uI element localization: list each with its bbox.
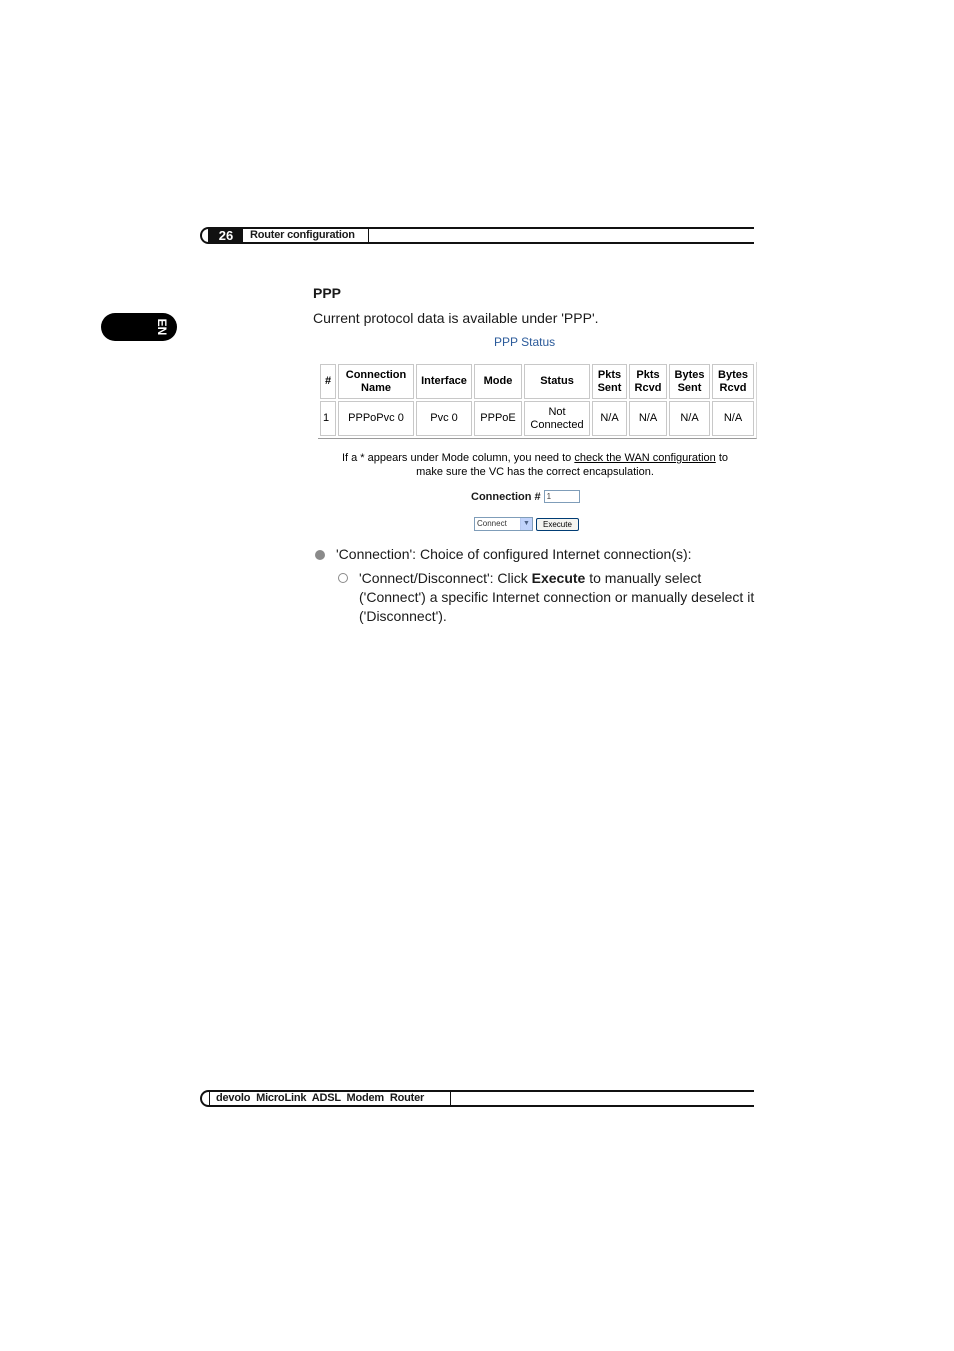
cell-interface: Pvc 0	[416, 401, 472, 436]
cell-pkts-rcvd: N/A	[629, 401, 667, 436]
cell-mode: PPPoE	[474, 401, 522, 436]
section-title: PPP	[313, 285, 342, 301]
header-section-title: Router configuration	[250, 229, 355, 241]
language-tab: EN	[101, 313, 177, 341]
connection-number-label: Connection #	[471, 490, 541, 503]
header-divider	[368, 227, 369, 244]
ppp-status-title: PPP Status	[494, 335, 556, 349]
connection-number-input[interactable]	[543, 490, 580, 503]
chevron-down-icon[interactable]: ▼	[520, 518, 532, 530]
connection-number-row: Connection #	[471, 490, 580, 503]
ppp-status-table: # Connection Name Interface Mode Status P…	[318, 362, 757, 439]
bullet-filled-icon	[315, 550, 325, 560]
cell-connection-name: PPPoPvc 0	[338, 401, 414, 436]
section-intro: Current protocol data is available under…	[313, 310, 599, 326]
sub-list-item-text: 'Connect/Disconnect': Click Execute to m…	[359, 570, 755, 624]
language-tab-label: EN	[155, 318, 169, 336]
table-header-row: # Connection Name Interface Mode Status P…	[320, 364, 754, 399]
action-select-value: Connect	[477, 519, 507, 528]
action-select[interactable]: Connect ▼	[474, 517, 533, 531]
action-controls: Connect ▼ Execute	[474, 517, 579, 531]
footer-left-divider	[209, 1090, 210, 1107]
col-number: #	[320, 364, 336, 399]
mode-note: If a * appears under Mode column, you ne…	[341, 452, 729, 478]
footer-brand: devolo MicroLink ADSL Modem Router	[216, 1092, 425, 1104]
execute-button[interactable]: Execute	[536, 517, 579, 531]
page-header: 26 Router configuration	[200, 227, 754, 244]
wan-configuration-link[interactable]: check the WAN configuration	[574, 452, 715, 464]
col-pkts-rcvd: Pkts Rcvd	[629, 364, 667, 399]
col-interface: Interface	[416, 364, 472, 399]
bullet-hollow-icon	[338, 573, 348, 583]
col-bytes-sent: Bytes Sent	[669, 364, 710, 399]
footer-divider	[450, 1090, 451, 1107]
col-status: Status	[524, 364, 590, 399]
col-bytes-rcvd: Bytes Rcvd	[712, 364, 754, 399]
cell-number: 1	[320, 401, 336, 436]
col-pkts-sent: Pkts Sent	[592, 364, 627, 399]
col-connection-name: Connection Name	[338, 364, 414, 399]
cell-bytes-sent: N/A	[669, 401, 710, 436]
list-item-text: 'Connection': Choice of configured Inter…	[336, 546, 692, 562]
cell-status: Not Connected	[524, 401, 590, 436]
cell-bytes-rcvd: N/A	[712, 401, 754, 436]
cell-pkts-sent: N/A	[592, 401, 627, 436]
col-mode: Mode	[474, 364, 522, 399]
page-number: 26	[218, 228, 234, 243]
table-row: 1 PPPoPvc 0 Pvc 0 PPPoE Not Connected N/A…	[320, 401, 754, 436]
page-footer: devolo MicroLink ADSL Modem Router	[200, 1090, 754, 1107]
